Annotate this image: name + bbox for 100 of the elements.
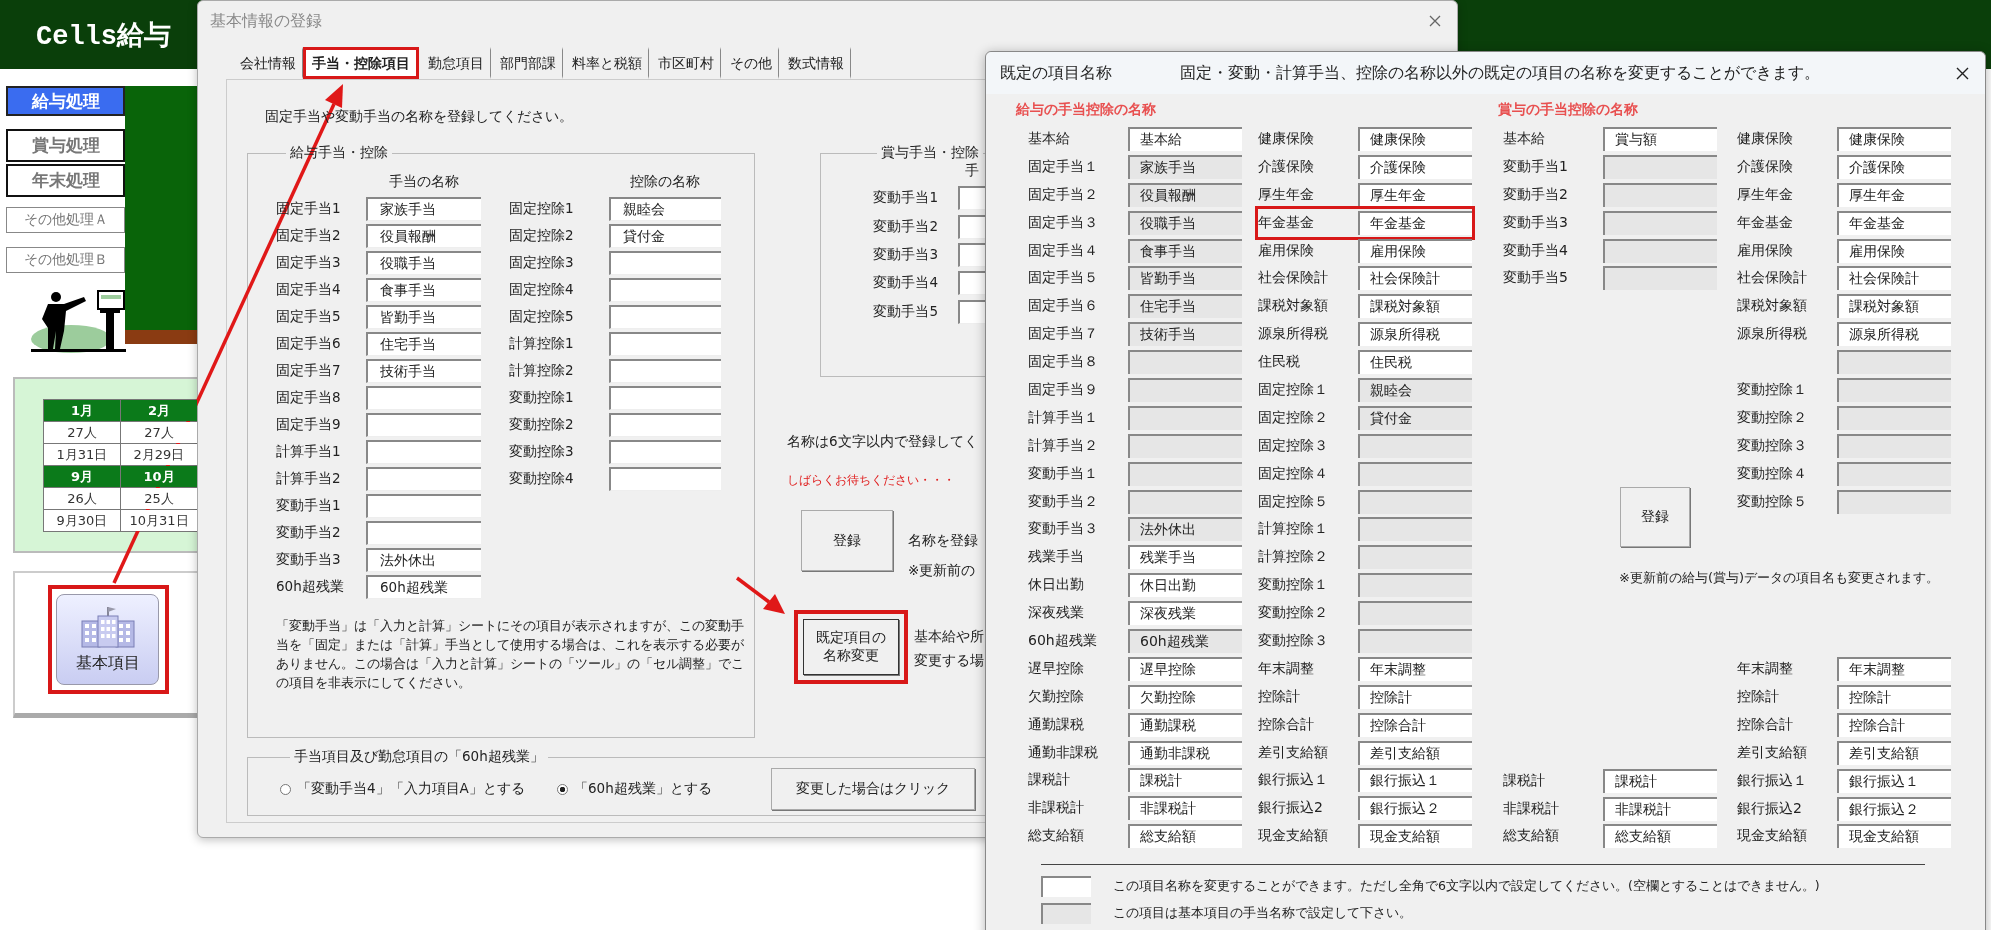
- text-field[interactable]: [1837, 377, 1951, 402]
- close-icon[interactable]: [1956, 66, 1969, 80]
- text-field[interactable]: 遅早控除: [1128, 656, 1242, 681]
- text-field[interactable]: 非課税計: [1603, 796, 1717, 821]
- text-field[interactable]: [609, 250, 721, 275]
- text-field[interactable]: [1128, 405, 1242, 430]
- register-button[interactable]: 登録: [801, 510, 893, 571]
- text-field[interactable]: 皆勤手当: [366, 304, 481, 329]
- text-field[interactable]: 基本給: [1128, 126, 1242, 151]
- text-field[interactable]: [609, 331, 721, 356]
- text-field[interactable]: 賞与額: [1603, 126, 1717, 151]
- text-field[interactable]: [1358, 545, 1472, 570]
- text-field[interactable]: 雇用保険: [1837, 238, 1951, 263]
- text-field[interactable]: [1358, 573, 1472, 598]
- text-field[interactable]: 役員報酬: [366, 223, 481, 248]
- text-field[interactable]: [366, 439, 481, 464]
- radio-option[interactable]: 「60h超残業」とする: [557, 780, 771, 798]
- tab[interactable]: 手当・控除項目: [303, 47, 419, 79]
- text-field[interactable]: 通勤非課税: [1128, 740, 1242, 765]
- text-field[interactable]: 食事手当: [366, 277, 481, 302]
- text-field[interactable]: 健康保険: [1358, 126, 1472, 151]
- text-field[interactable]: 源泉所得税: [1837, 322, 1951, 347]
- text-field[interactable]: 住民税: [1358, 350, 1472, 375]
- rename-defaults-button[interactable]: 既定項目の 名称変更: [803, 619, 899, 675]
- radio-button[interactable]: [557, 783, 568, 795]
- text-field[interactable]: 銀行振込１: [1358, 768, 1472, 793]
- radio-option[interactable]: 「変動手当4」「入力項目A」とする: [280, 780, 557, 798]
- text-field[interactable]: 厚生年金: [1837, 182, 1951, 207]
- text-field[interactable]: [1358, 517, 1472, 542]
- text-field[interactable]: [609, 466, 721, 491]
- text-field[interactable]: 源泉所得税: [1358, 322, 1472, 347]
- text-field[interactable]: [1603, 266, 1717, 291]
- text-field[interactable]: 年金基金: [1358, 210, 1472, 235]
- text-field[interactable]: 控除計: [1358, 684, 1472, 709]
- text-field[interactable]: 法外休出: [1128, 517, 1242, 542]
- text-field[interactable]: 銀行振込１: [1837, 768, 1951, 793]
- text-field[interactable]: [1603, 210, 1717, 235]
- text-field[interactable]: 60h超残業: [366, 574, 481, 599]
- text-field[interactable]: 課税計: [1603, 768, 1717, 793]
- text-field[interactable]: 控除計: [1837, 685, 1951, 709]
- basic-items-button[interactable]: 基本項目: [56, 594, 159, 685]
- text-field[interactable]: [366, 412, 481, 437]
- text-field[interactable]: 介護保険: [1358, 154, 1472, 179]
- text-field[interactable]: 通勤課税: [1128, 712, 1242, 737]
- text-field[interactable]: [366, 493, 481, 518]
- text-field[interactable]: [1128, 461, 1242, 486]
- text-field[interactable]: 貸付金: [609, 223, 721, 248]
- text-field[interactable]: 皆勤手当: [1128, 266, 1242, 291]
- text-field[interactable]: 技術手当: [1128, 322, 1242, 347]
- text-field[interactable]: [1837, 433, 1951, 458]
- menu-button[interactable]: その他処理Ｂ: [6, 247, 125, 273]
- text-field[interactable]: 現金支給額: [1837, 824, 1951, 849]
- text-field[interactable]: 雇用保険: [1358, 238, 1472, 263]
- text-field[interactable]: 年末調整: [1837, 657, 1951, 682]
- text-field[interactable]: 年金基金: [1837, 210, 1951, 235]
- text-field[interactable]: 銀行振込２: [1837, 796, 1951, 821]
- text-field[interactable]: 役職手当: [1128, 210, 1242, 235]
- text-field[interactable]: [609, 412, 721, 437]
- text-field[interactable]: [1837, 489, 1951, 514]
- text-field[interactable]: 差引支給額: [1837, 740, 1951, 765]
- text-field[interactable]: [1128, 350, 1242, 375]
- text-field[interactable]: [609, 304, 721, 329]
- text-field[interactable]: 家族手当: [1128, 154, 1242, 179]
- text-field[interactable]: 厚生年金: [1358, 182, 1472, 207]
- text-field[interactable]: 総支給額: [1603, 824, 1717, 849]
- text-field[interactable]: 休日出勤: [1128, 573, 1242, 598]
- text-field[interactable]: 総支給額: [1128, 824, 1242, 849]
- text-field[interactable]: 非課税計: [1128, 796, 1242, 821]
- text-field[interactable]: 現金支給額: [1358, 824, 1472, 849]
- text-field[interactable]: 家族手当: [366, 196, 481, 221]
- text-field[interactable]: [1128, 377, 1242, 402]
- menu-button[interactable]: 給与処理: [6, 86, 125, 116]
- text-field[interactable]: 親睦会: [609, 196, 721, 221]
- text-field[interactable]: [609, 385, 721, 410]
- text-field[interactable]: 役員報酬: [1128, 182, 1242, 207]
- text-field[interactable]: 残業手当: [1128, 545, 1242, 570]
- text-field[interactable]: 親睦会: [1358, 377, 1472, 402]
- text-field[interactable]: 役職手当: [366, 250, 481, 275]
- text-field[interactable]: [1603, 238, 1717, 263]
- text-field[interactable]: [1837, 461, 1951, 486]
- text-field[interactable]: 健康保険: [1837, 126, 1951, 151]
- text-field[interactable]: [366, 520, 481, 545]
- text-field[interactable]: 年末調整: [1358, 656, 1472, 681]
- text-field[interactable]: [1603, 182, 1717, 207]
- menu-button[interactable]: 賞与処理: [6, 129, 125, 162]
- text-field[interactable]: 住宅手当: [366, 331, 481, 356]
- text-field[interactable]: 技術手当: [366, 358, 481, 383]
- text-field[interactable]: [1128, 433, 1242, 458]
- register-button[interactable]: 登録: [1620, 487, 1690, 548]
- apply-button[interactable]: 変更した場合はクリック: [771, 768, 975, 810]
- text-field[interactable]: 控除合計: [1358, 712, 1472, 737]
- text-field[interactable]: [1128, 489, 1242, 514]
- text-field[interactable]: 課税対象額: [1358, 294, 1472, 319]
- text-field[interactable]: [1837, 350, 1951, 375]
- text-field[interactable]: 貸付金: [1358, 405, 1472, 430]
- text-field[interactable]: [1358, 489, 1472, 514]
- text-field[interactable]: 法外休出: [366, 547, 481, 572]
- radio-button[interactable]: [280, 783, 291, 795]
- text-field[interactable]: [366, 466, 481, 491]
- text-field[interactable]: [1358, 433, 1472, 458]
